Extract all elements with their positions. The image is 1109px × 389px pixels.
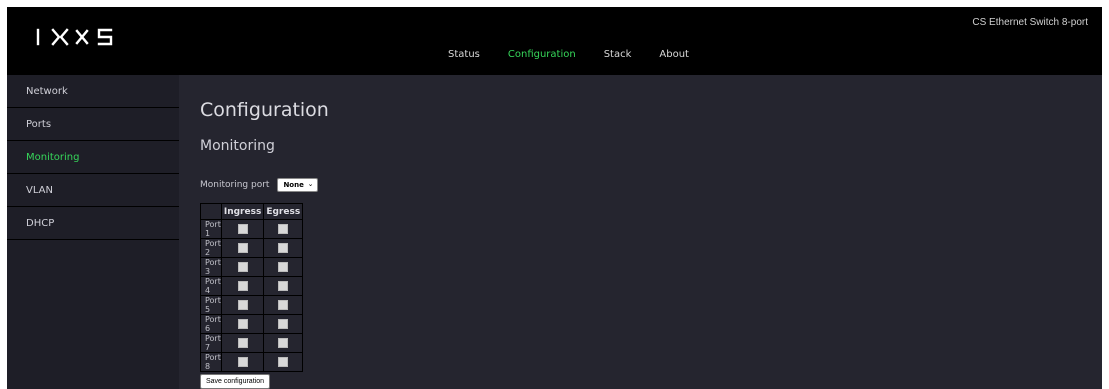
ingress-checkbox[interactable] [237,281,248,291]
ingress-checkbox[interactable] [237,243,248,253]
ingress-checkbox[interactable] [237,262,248,272]
ingress-checkbox[interactable] [237,319,248,329]
port-name: Port 2 [200,238,222,258]
port-name: Port 7 [200,333,222,353]
monitoring-port-select[interactable]: None ⌄ [277,178,319,192]
egress-cell [263,238,304,258]
sidebar-item-network[interactable]: Network [7,75,179,108]
product-name: CS Ethernet Switch 8-port [972,17,1088,28]
egress-checkbox[interactable] [278,357,289,367]
column-header-egress: Egress [263,203,304,220]
table-row: Port 4 [200,276,304,296]
egress-cell [263,333,304,353]
egress-checkbox[interactable] [278,319,289,329]
ingress-cell [220,352,265,372]
section-title: Monitoring [200,138,275,154]
sidebar-item-ports[interactable]: Ports [7,108,179,141]
table-row: Port 5 [200,295,304,315]
ingress-cell [220,314,265,334]
sidebar: Network Ports Monitoring VLAN DHCP [7,75,179,389]
egress-cell [263,314,304,334]
column-header [200,203,222,220]
table-row: Port 3 [200,257,304,277]
nav-tab-configuration[interactable]: Configuration [508,49,576,60]
ingress-checkbox[interactable] [237,224,248,234]
sidebar-item-dhcp[interactable]: DHCP [7,207,179,240]
top-nav: Status Configuration Stack About [448,49,717,60]
table-row: Port 7 [200,333,304,353]
monitoring-port-value: None [283,181,304,189]
page-title: Configuration [200,99,329,121]
port-name: Port 3 [200,257,222,277]
ingress-checkbox[interactable] [237,300,248,310]
save-configuration-button[interactable]: Save configuration [200,374,270,389]
nav-tab-status[interactable]: Status [448,49,480,60]
egress-checkbox[interactable] [278,338,289,348]
chevron-down-icon: ⌄ [307,180,314,188]
ingress-checkbox[interactable] [237,338,248,348]
ingress-cell [220,219,265,239]
monitoring-port-row: Monitoring port None ⌄ [200,178,319,192]
ingress-checkbox[interactable] [237,357,248,367]
ingress-cell [220,257,265,277]
column-header-ingress: Ingress [220,203,265,220]
sidebar-item-vlan[interactable]: VLAN [7,174,179,207]
egress-checkbox[interactable] [278,224,289,234]
table-row: Port 1 [200,219,304,239]
ingress-cell [220,238,265,258]
egress-checkbox[interactable] [278,300,289,310]
egress-cell [263,295,304,315]
table-row: Port 6 [200,314,304,334]
ixxs-logo [36,28,113,46]
nav-tab-stack[interactable]: Stack [604,49,632,60]
egress-checkbox[interactable] [278,243,289,253]
port-name: Port 5 [200,295,222,315]
port-name: Port 4 [200,276,222,296]
top-bar: Status Configuration Stack About CS Etherne… [7,7,1102,75]
egress-checkbox[interactable] [278,262,289,272]
sidebar-item-monitoring[interactable]: Monitoring [7,141,179,174]
port-name: Port 1 [200,219,222,239]
ingress-cell [220,333,265,353]
egress-cell [263,352,304,372]
port-name: Port 6 [200,314,222,334]
ingress-cell [220,295,265,315]
monitoring-ports-table: Ingress Egress Port 1 Port 2 Port 3 Port 4P… [200,203,304,372]
table-row: Port 8 [200,352,304,372]
egress-checkbox[interactable] [278,281,289,291]
app-frame: Status Configuration Stack About CS Etherne… [7,7,1102,389]
table-header-row: Ingress Egress [200,203,304,220]
port-name: Port 8 [200,352,222,372]
nav-tab-about[interactable]: About [659,49,689,60]
egress-cell [263,257,304,277]
ingress-cell [220,276,265,296]
table-row: Port 2 [200,238,304,258]
egress-cell [263,219,304,239]
egress-cell [263,276,304,296]
monitoring-port-label: Monitoring port [200,180,270,190]
